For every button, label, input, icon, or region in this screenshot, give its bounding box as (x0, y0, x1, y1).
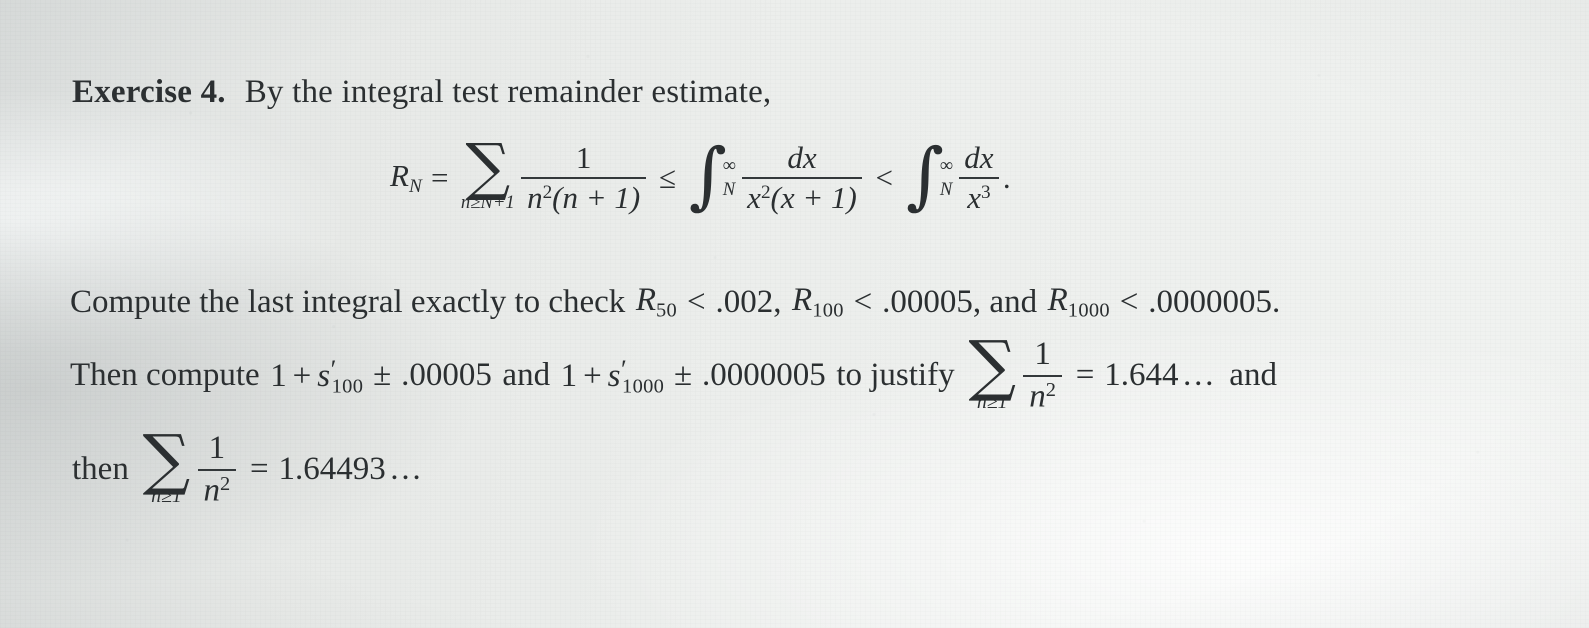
bound-3-relation: < (1119, 283, 1139, 320)
final-sum-operator: ∑ n≥1 (132, 420, 191, 508)
summand-numerator: 1 (575, 140, 592, 175)
plus-minus-sign: ± (373, 357, 392, 394)
exercise-intro-text: By the integral test remainder estimate, (244, 74, 772, 110)
compute-instruction-text: Compute the last integral exactly to che… (70, 283, 626, 320)
basel-sum-limit: n≥1 (976, 391, 1008, 414)
exercise-label: Exercise 4. (72, 74, 226, 110)
sigma-icon: ∑ (465, 129, 511, 203)
basel-summand-fraction: 1 n2 (1023, 336, 1062, 415)
fraction-bar (197, 468, 237, 471)
integral-icon: ∫ (688, 133, 727, 219)
integral-1-integrand: dx x2(x + 1) (741, 140, 863, 215)
bound-2-symbol: R100 (792, 282, 844, 322)
summand-denominator: n2(n + 1) (527, 179, 641, 215)
final-summand-fraction: 1 n2 (197, 430, 237, 509)
basel-equals-sign: = (1075, 357, 1095, 394)
partial-sum-term-1: 1 + s′100 (270, 353, 364, 398)
bound-1-value: .002 (715, 283, 774, 320)
tolerance-1-value: .00005 (401, 357, 492, 394)
equals-sign: = (431, 159, 449, 195)
plus-minus-sign: ± (674, 357, 693, 394)
display-equation: RN = ∑ n≥N+1 1 n2(n + 1) ≤ ∫ ∞ N dx x2(x… (390, 129, 1011, 219)
final-equals-sign: = (249, 451, 269, 488)
final-sum-limit: n≥1 (151, 485, 182, 508)
bound-1-relation: < (686, 283, 706, 320)
sigma-icon: ∑ (142, 420, 191, 499)
final-denominator: n2 (203, 472, 231, 509)
integral-2-integrand: dx x3 (958, 140, 1000, 215)
equation-terminator: . (1002, 159, 1011, 195)
and-word: and (502, 357, 551, 394)
tolerance-2-value: .0000005 (702, 357, 826, 394)
integral-2-numerator: dx (964, 140, 994, 175)
bound-1-subscript: 50 (656, 299, 678, 322)
and-conjunction: , and (972, 283, 1038, 320)
integral-icon: ∫ (905, 133, 944, 219)
integral-1: ∫ ∞ N (688, 133, 737, 219)
then-word: then (72, 451, 129, 488)
basel-value-approx: 1.644 (1104, 357, 1179, 394)
exercise-heading-line: Exercise 4. By the integral test remaind… (72, 74, 771, 111)
paragraph-line-2: Compute the last integral exactly to che… (70, 282, 1280, 323)
summand-fraction: 1 n2(n + 1) (521, 140, 646, 215)
bound-2-subscript: 100 (812, 299, 844, 322)
final-value: 1.64493 (278, 451, 386, 488)
basel-sum-operator: ∑ n≥1 (968, 326, 1017, 414)
remainder-symbol: RN (390, 157, 422, 197)
fraction-bar (1023, 374, 1062, 377)
fraction-bar (521, 176, 646, 179)
less-than-sign: < (875, 159, 893, 195)
paragraph-line-4: then ∑ n≥1 1 n2 = 1.64493 … (72, 420, 426, 509)
exercise-photo-page: Exercise 4. By the integral test remaind… (0, 0, 1589, 628)
integral-2: ∫ ∞ N (905, 133, 954, 219)
basel-numerator: 1 (1034, 336, 1051, 372)
summation-limit: n≥N+1 (460, 191, 515, 213)
remainder-subscript: N (408, 175, 422, 197)
then-compute-text: Then compute (70, 357, 260, 394)
bound-3-subscript: 1000 (1067, 299, 1110, 322)
integral-1-numerator: dx (787, 140, 817, 175)
bound-2-relation: < (853, 283, 873, 320)
bound-3-value: .0000005 (1148, 283, 1273, 320)
integral-2-lower-limit: N (939, 179, 953, 201)
bound-1-symbol: R50 (635, 282, 678, 322)
partial-sum-2-subscript: 1000 (622, 375, 665, 398)
final-numerator: 1 (208, 430, 226, 466)
sentence-period: . (1272, 283, 1281, 320)
page-content: Exercise 4. By the integral test remaind… (0, 0, 1589, 628)
fraction-bar (741, 176, 863, 179)
to-justify-text: to justify (836, 357, 955, 394)
ellipsis: … (1181, 357, 1219, 394)
basel-denominator: n2 (1029, 378, 1056, 415)
comma-separator: , (773, 283, 782, 320)
sigma-icon: ∑ (968, 326, 1017, 405)
bound-3-symbol: R1000 (1047, 282, 1110, 322)
integral-1-lower-limit: N (722, 179, 736, 201)
summation-operator: ∑ n≥N+1 (460, 129, 515, 213)
paragraph-line-3: Then compute 1 + s′100 ± .00005 and 1 + s′10… (70, 326, 1280, 415)
ellipsis: … (389, 451, 426, 488)
bound-2-value: .00005 (882, 283, 973, 320)
partial-sum-1-subscript: 100 (331, 375, 364, 398)
partial-sum-term-2: 1 + s′1000 (560, 353, 665, 398)
integral-2-denominator: x3 (967, 179, 991, 215)
trailing-and-word: and (1229, 357, 1277, 394)
integral-2-upper-limit: ∞ (939, 154, 954, 176)
fraction-bar (958, 176, 1000, 179)
integral-1-upper-limit: ∞ (722, 154, 737, 176)
integral-1-denominator: x2(x + 1) (747, 179, 857, 215)
less-than-or-equal-sign: ≤ (658, 159, 676, 195)
